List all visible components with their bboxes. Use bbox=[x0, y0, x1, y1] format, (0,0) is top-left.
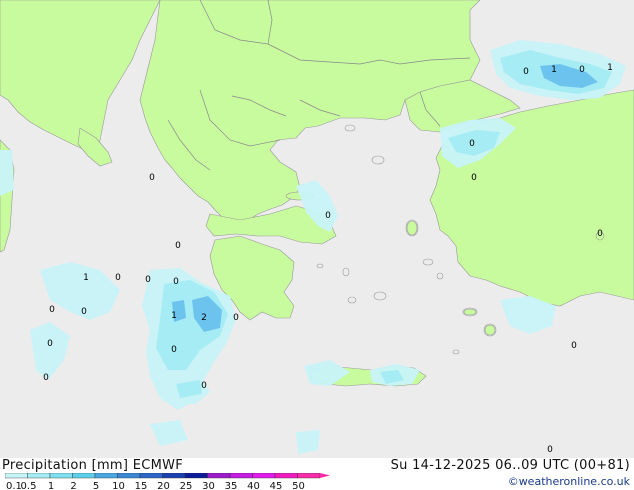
legend-swatch bbox=[162, 473, 186, 479]
point-value-label: 0 bbox=[145, 275, 151, 285]
legend-tick-label: 50 bbox=[292, 481, 305, 490]
point-value-label: 1 bbox=[551, 65, 557, 75]
legend-tick-label: 35 bbox=[225, 481, 238, 490]
legend-tick-label: 0.5 bbox=[21, 481, 37, 490]
legend-tick-label: 40 bbox=[247, 481, 260, 490]
legend-tick-label: 25 bbox=[180, 481, 193, 490]
color-scale-legend: 0.10.5 1 2 5 10 15 20 25 30 35 40 45 50 bbox=[5, 473, 330, 490]
point-value-label: 0 bbox=[171, 345, 177, 355]
point-value-label: 0 bbox=[547, 445, 553, 455]
legend-swatch bbox=[274, 473, 298, 479]
legend-tick-label: 5 bbox=[93, 481, 99, 490]
legend-swatch bbox=[72, 473, 96, 479]
legend-arrow bbox=[320, 473, 330, 478]
legend-swatch bbox=[117, 473, 141, 479]
point-value-label: 0 bbox=[81, 307, 87, 317]
legend-tick-label: 30 bbox=[202, 481, 215, 490]
point-value-label: 0 bbox=[233, 313, 239, 323]
legend-tick-label: 45 bbox=[270, 481, 283, 490]
legend-swatch bbox=[94, 473, 118, 479]
point-value-label: 0 bbox=[571, 341, 577, 351]
legend-swatch bbox=[207, 473, 231, 479]
map-title: Precipitation [mm] ECMWF bbox=[2, 458, 183, 473]
point-value-label: 0 bbox=[149, 173, 155, 183]
legend-swatch bbox=[297, 473, 321, 479]
footer-bar: Precipitation [mm] ECMWF Su 14-12-2025 0… bbox=[0, 458, 634, 490]
point-value-label: 0 bbox=[43, 373, 49, 383]
point-value-label: 0 bbox=[115, 273, 121, 283]
point-value-label: 0 bbox=[523, 67, 529, 77]
legend-swatch bbox=[252, 473, 276, 479]
legend-swatch bbox=[49, 473, 73, 479]
point-value-label: 0 bbox=[579, 65, 585, 75]
point-value-label: 0 bbox=[175, 241, 181, 251]
point-value-label: 0 bbox=[201, 381, 207, 391]
legend-tick-label: 2 bbox=[70, 481, 76, 490]
legend-swatch bbox=[229, 473, 253, 479]
legend-swatch bbox=[139, 473, 163, 479]
point-value-label: 1 bbox=[83, 273, 89, 283]
model-label: ECMWF bbox=[132, 458, 184, 473]
point-value-label: 0 bbox=[471, 173, 477, 183]
legend-tick-label: 20 bbox=[157, 481, 170, 490]
legend-swatch bbox=[27, 473, 51, 479]
legend-tick-label: 0.1 bbox=[6, 481, 22, 490]
map-viewer: 1001000000000000120100000 Precipitation … bbox=[0, 0, 634, 490]
point-value-label: 0 bbox=[597, 229, 603, 239]
point-value-label: 1 bbox=[607, 63, 613, 73]
point-value-label: 0 bbox=[469, 139, 475, 149]
point-value-label: 1 bbox=[171, 311, 177, 321]
point-value-label: 0 bbox=[173, 277, 179, 287]
legend-tick-label: 1 bbox=[48, 481, 54, 490]
point-value-label: 0 bbox=[325, 211, 331, 221]
point-value-label: 2 bbox=[201, 313, 207, 323]
precipitation-map: 1 0 0 1 0 0 0 0 0 0 0 0 0 0 0 0 1 2 0 1 0 0 0 0 0 bbox=[0, 0, 634, 458]
legend-tick-label: 10 bbox=[112, 481, 125, 490]
legend-swatch bbox=[5, 473, 28, 479]
product-label: Precipitation [mm] bbox=[2, 458, 129, 473]
point-value-label: 0 bbox=[49, 305, 55, 315]
credit-link[interactable]: ©weatheronline.co.uk bbox=[508, 475, 630, 488]
legend-swatch bbox=[184, 473, 208, 479]
point-value-label: 0 bbox=[47, 339, 53, 349]
valid-time: Su 14-12-2025 06..09 UTC (00+81) bbox=[390, 458, 630, 473]
legend-tick-label: 15 bbox=[135, 481, 148, 490]
